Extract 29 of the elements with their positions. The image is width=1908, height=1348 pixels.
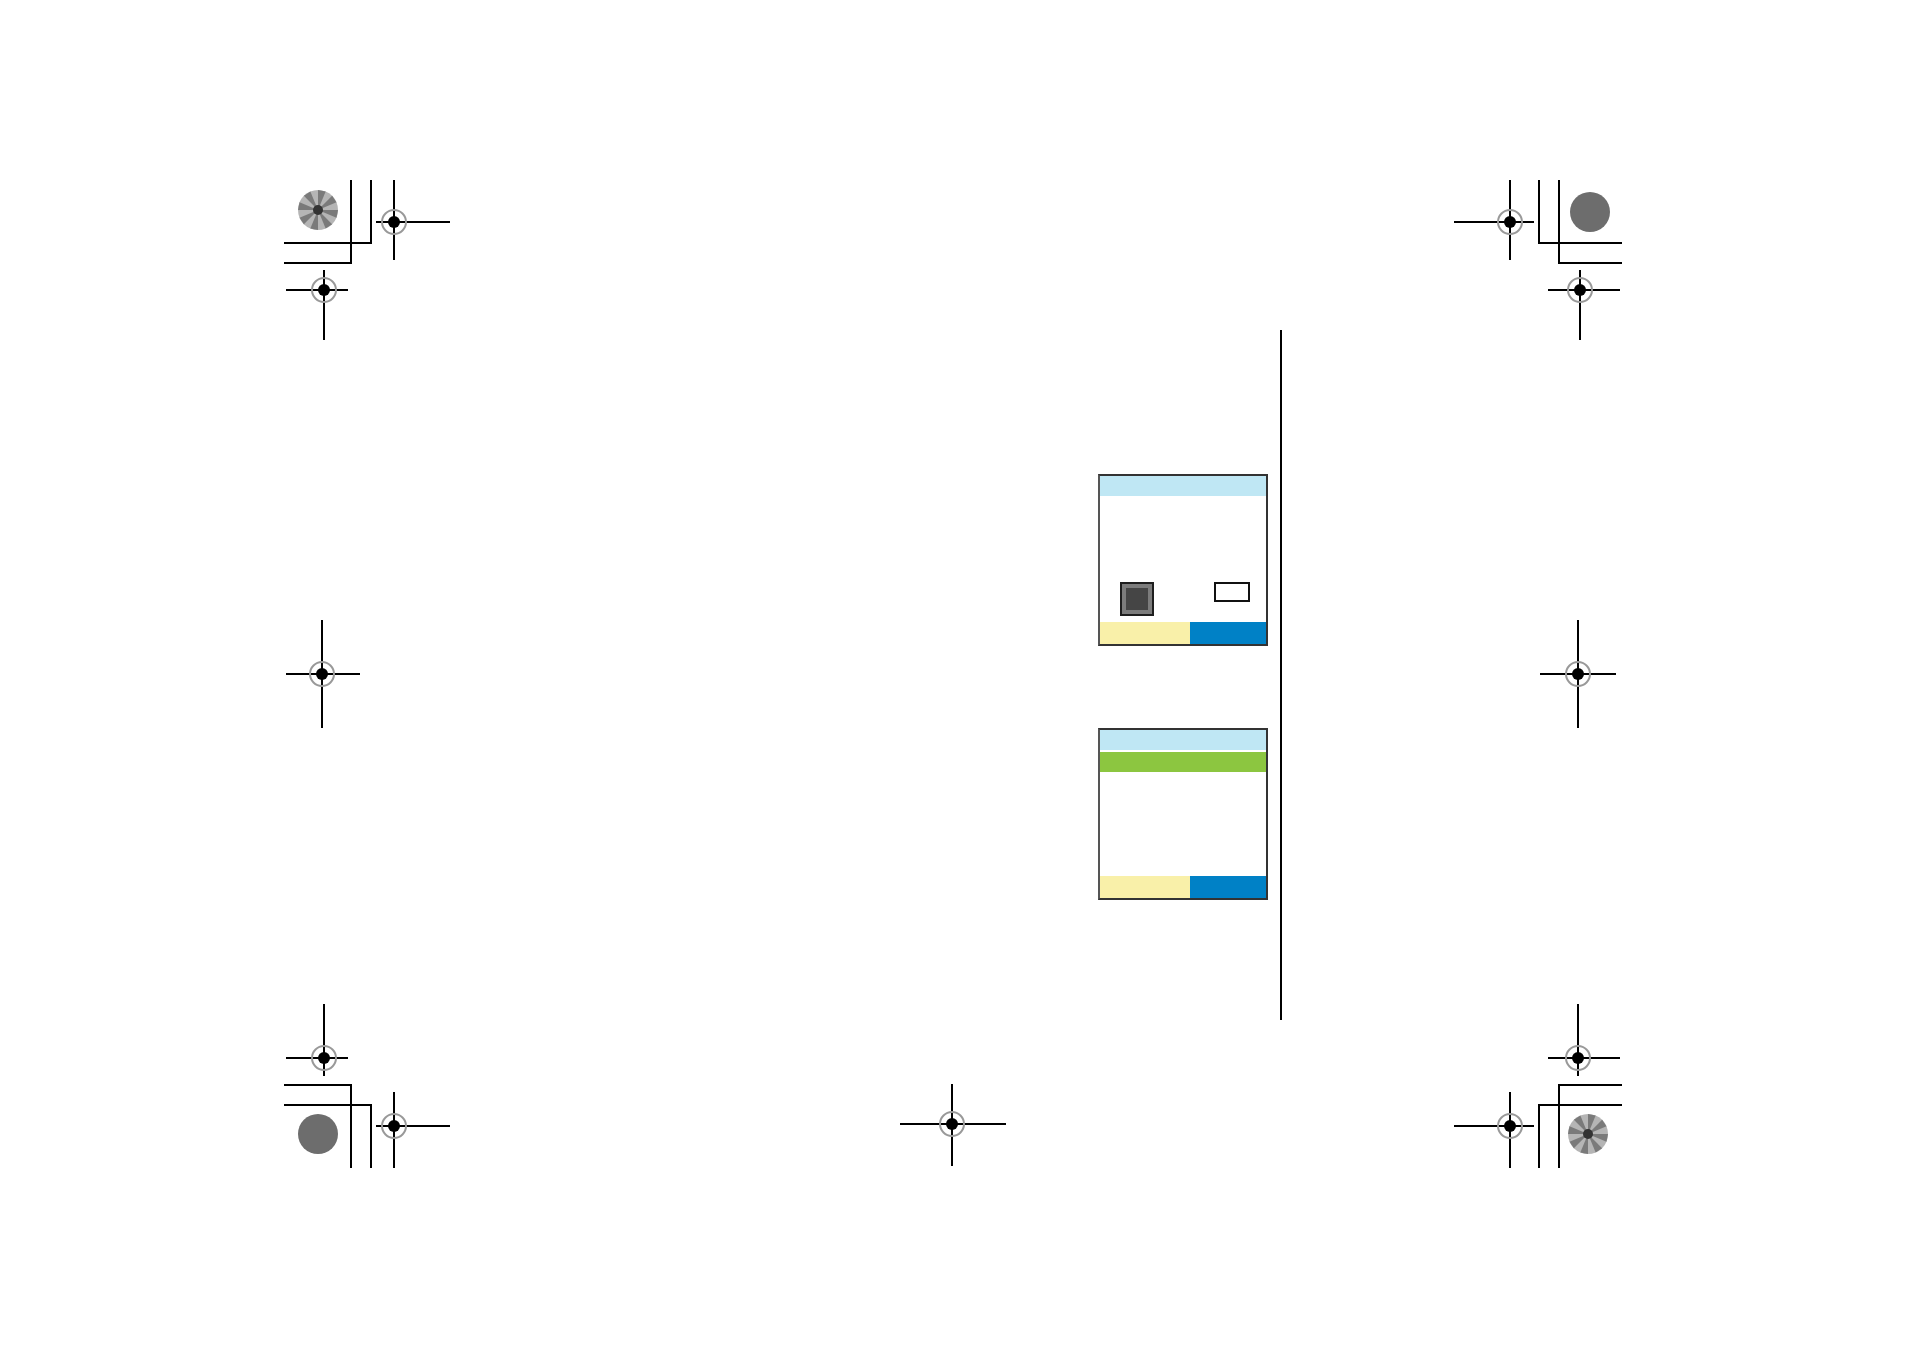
starburst-target-icon (298, 190, 338, 230)
left-softkey-button[interactable] (1100, 876, 1190, 898)
right-softkey-button[interactable] (1190, 876, 1266, 898)
crop-mark (1558, 1084, 1623, 1169)
crop-mark (1558, 179, 1623, 264)
crosshair-target-icon (285, 1003, 349, 1077)
right-softkey-button[interactable] (1190, 622, 1266, 644)
square-key-icon[interactable] (1120, 582, 1154, 616)
disc-target-icon (298, 1114, 338, 1154)
crosshair-target-icon (1539, 619, 1617, 729)
crosshair-target-icon (899, 1083, 1007, 1167)
crosshair-target-icon (1547, 1003, 1621, 1077)
starburst-target-icon (1568, 1114, 1608, 1154)
highlight-bar[interactable] (1100, 752, 1266, 772)
crop-mark (283, 179, 372, 244)
crosshair-target-icon (375, 1091, 451, 1169)
crop-mark (1538, 179, 1623, 244)
crosshair-target-icon (375, 179, 451, 261)
crosshair-target-icon (1547, 269, 1621, 341)
crop-mark (283, 1084, 352, 1169)
crop-mark (283, 1104, 372, 1169)
disc-target-icon (1570, 192, 1610, 232)
empty-field[interactable] (1214, 582, 1250, 602)
crop-mark (283, 179, 352, 264)
crop-mark (1538, 1104, 1623, 1169)
crosshair-target-icon (285, 269, 349, 341)
crosshair-target-icon (1453, 179, 1535, 261)
crosshair-target-icon (285, 619, 361, 729)
crosshair-target-icon (1453, 1091, 1535, 1169)
